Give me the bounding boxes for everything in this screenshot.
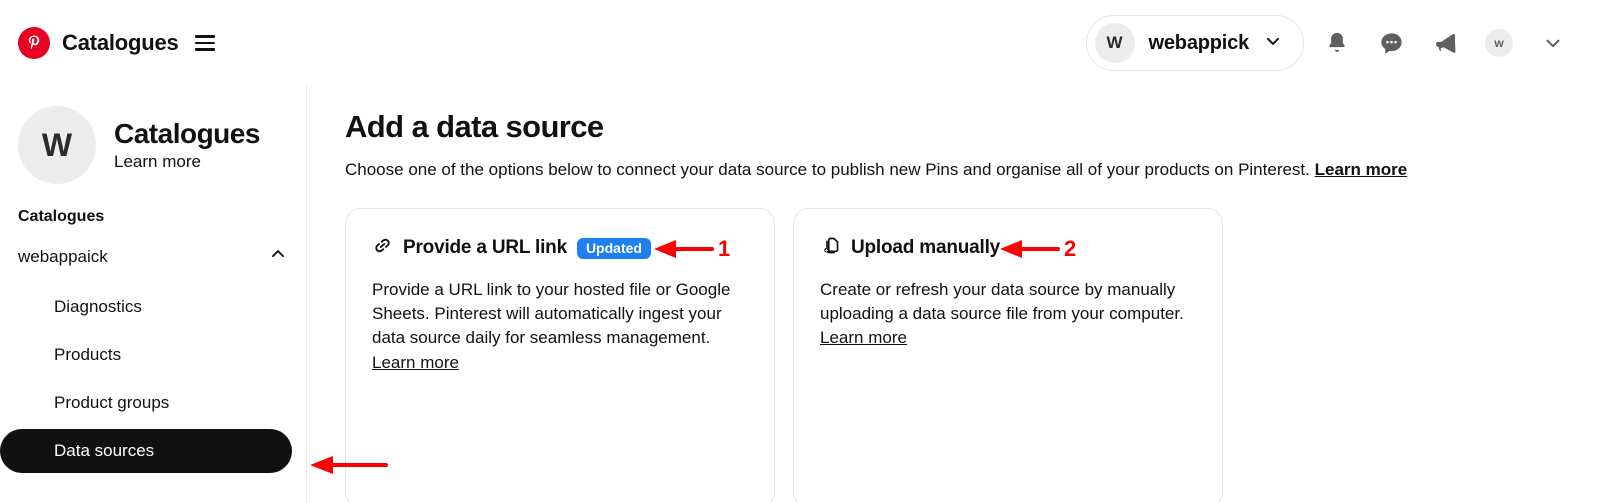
card-learn-more-link[interactable]: Learn more bbox=[372, 353, 459, 372]
add-file-icon bbox=[820, 235, 841, 261]
sidebar-item-label: Products bbox=[54, 345, 122, 364]
status-badge: Updated bbox=[576, 237, 651, 259]
card-body-text: Provide a URL link to your hosted file o… bbox=[372, 280, 731, 348]
sidebar-title: Catalogues bbox=[114, 117, 260, 149]
top-bar-right: W webappick w bbox=[1085, 15, 1580, 71]
main-content: Add a data source Choose one of the opti… bbox=[307, 86, 1600, 503]
card-title: Upload manually bbox=[851, 237, 1001, 259]
sidebar-header: W Catalogues Learn more bbox=[0, 106, 306, 184]
card-body: Create or refresh your data source by ma… bbox=[820, 278, 1196, 350]
card-header: Provide a URL link Updated bbox=[372, 235, 748, 261]
pinterest-logo-icon[interactable] bbox=[18, 27, 50, 59]
sidebar-item-label: Product groups bbox=[54, 393, 170, 412]
sidebar-learn-more-link[interactable]: Learn more bbox=[114, 152, 260, 172]
annotation-marker-2: 2 bbox=[1064, 236, 1077, 261]
chevron-up-icon bbox=[268, 244, 288, 269]
card-header: Upload manually bbox=[820, 235, 1196, 261]
sidebar-account-row[interactable]: webappaick bbox=[0, 244, 306, 269]
card-body: Provide a URL link to your hosted file o… bbox=[372, 278, 748, 375]
page-subtitle: Choose one of the options below to conne… bbox=[345, 159, 1600, 182]
provide-a-url-link-card[interactable]: Provide a URL link Updated Provide a URL… bbox=[345, 208, 775, 503]
sidebar-item-product-groups[interactable]: Product groups bbox=[0, 381, 298, 425]
notifications-bell-icon[interactable] bbox=[1310, 16, 1364, 70]
page-subtitle-text: Choose one of the options below to conne… bbox=[345, 160, 1310, 180]
sidebar-header-text: Catalogues Learn more bbox=[114, 118, 260, 173]
sidebar-item-products[interactable]: Products bbox=[0, 333, 298, 377]
brand-title: Catalogues bbox=[62, 30, 179, 55]
data-source-options: Provide a URL link Updated Provide a URL… bbox=[345, 208, 1600, 503]
announcements-megaphone-icon[interactable] bbox=[1418, 16, 1472, 70]
sidebar-item-label: Data sources bbox=[54, 441, 155, 460]
sidebar-section-label: Catalogues bbox=[18, 208, 105, 225]
link-chain-icon bbox=[372, 235, 393, 261]
sidebar-item-diagnostics[interactable]: Diagnostics bbox=[0, 285, 298, 329]
avatar: w bbox=[1485, 29, 1513, 57]
card-learn-more-link[interactable]: Learn more bbox=[820, 328, 907, 347]
sidebar-item-data-sources[interactable]: Data sources bbox=[0, 429, 292, 473]
avatar: W bbox=[1094, 23, 1135, 63]
sidebar-nav: Diagnostics Products Product groups Data… bbox=[0, 285, 306, 473]
account-switcher-button[interactable]: W webappick bbox=[1085, 15, 1304, 71]
page-subtitle-learn-more-link[interactable]: Learn more bbox=[1315, 160, 1408, 179]
chevron-down-icon[interactable] bbox=[1526, 16, 1580, 70]
chevron-down-icon bbox=[1263, 31, 1283, 56]
card-body-text: Create or refresh your data source by ma… bbox=[820, 280, 1184, 324]
user-mini-avatar[interactable]: w bbox=[1472, 16, 1526, 70]
card-title: Provide a URL link bbox=[403, 237, 567, 259]
avatar: W bbox=[18, 106, 96, 184]
messages-chat-icon[interactable] bbox=[1364, 16, 1418, 70]
sidebar: W Catalogues Learn more Catalogues webap… bbox=[0, 86, 307, 503]
hamburger-icon[interactable] bbox=[194, 35, 215, 51]
upload-manually-card[interactable]: Upload manually Create or refresh your d… bbox=[793, 208, 1223, 503]
top-bar: Catalogues W webappick w bbox=[0, 0, 1600, 86]
account-name: webappick bbox=[1148, 31, 1250, 54]
app-root: Catalogues W webappick w W Catalogues Le… bbox=[0, 0, 1600, 503]
sidebar-account-label: webappaick bbox=[18, 246, 108, 266]
page-title: Add a data source bbox=[345, 109, 604, 144]
sidebar-item-label: Diagnostics bbox=[54, 297, 142, 316]
annotation-marker-1: 1 bbox=[718, 236, 731, 261]
brand-area: Catalogues bbox=[18, 27, 215, 59]
